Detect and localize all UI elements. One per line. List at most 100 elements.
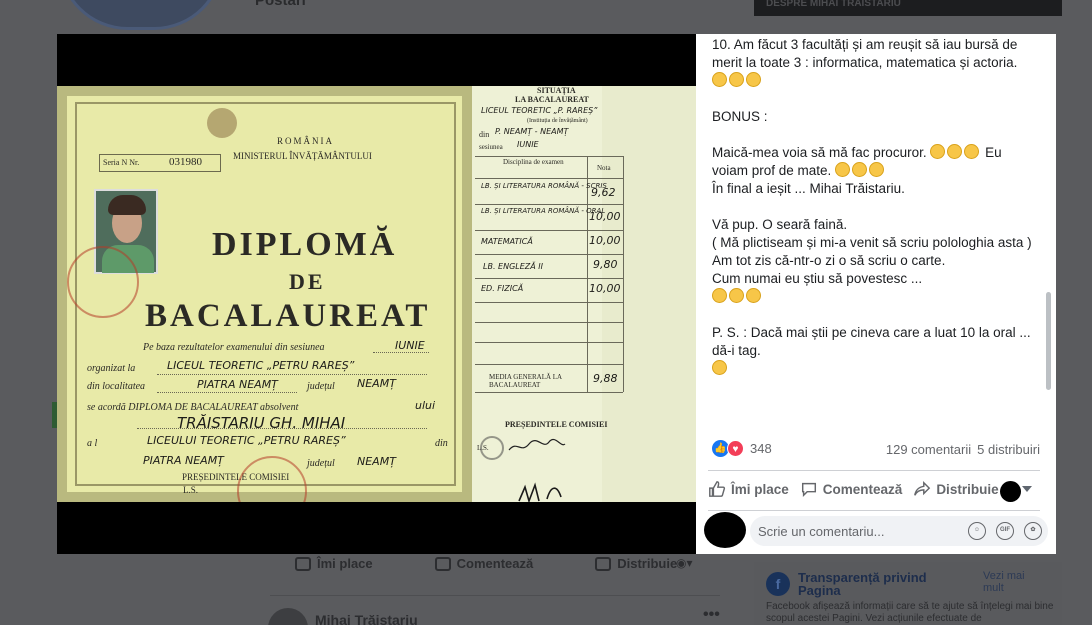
post-bonus: BONUS : (712, 109, 768, 124)
post-stats: 129 comentarii 5 distribuiri (886, 442, 1040, 457)
diploma-din-text: din (435, 438, 448, 449)
background-like-action: Îmi place (295, 556, 373, 571)
post-paragraph-2: Maică-mea voia să mă fac procuror. Eu vo… (712, 144, 1002, 196)
divider (708, 510, 1040, 511)
share-as-avatar[interactable] (1000, 481, 1021, 502)
background-avatar (58, 0, 224, 30)
diploma-results-page (472, 86, 696, 502)
laughing-emoji-icon (930, 144, 946, 159)
subject-column-header: Disciplina de examen (503, 158, 564, 166)
facebook-icon: f (766, 572, 790, 596)
hugging-emoji-icon (712, 288, 727, 303)
thumbs-up-icon (709, 481, 726, 497)
diploma-granted-text: se acordă DIPLOMA DE BACALAUREAT absolve… (87, 402, 299, 413)
hugging-emoji-icon (852, 162, 868, 177)
background-post-avatar (268, 608, 308, 625)
background-transparency-desc: Facebook afișează informații care să te … (766, 601, 1054, 624)
grade-row-3: 10,00 (589, 234, 621, 247)
diploma-granted-value: ului (415, 399, 436, 412)
bottom-signature (518, 482, 562, 502)
subject-row-2: LB. ȘI LITERATURA ROMÂNĂ - ORAL (481, 207, 606, 215)
diploma-session-value: IUNIE (395, 339, 425, 352)
average-label: MEDIA GENERALĂ LA BACALAUREAT (489, 373, 562, 389)
diploma-county2-value: NEAMȚ (357, 455, 396, 468)
diploma-photo[interactable]: ROMÂNIA MINISTERUL ÎNVĂȚĂMÂNTULUI Seria … (57, 86, 696, 502)
smile-emoji-icon (712, 360, 727, 375)
results-president: PREȘEDINTELE COMISIEI (505, 420, 608, 429)
reaction-count: 348 (750, 441, 772, 456)
diploma-locality2-value: PIATRA NEAMȚ (143, 454, 224, 467)
comment-button[interactable]: Comentează (800, 480, 902, 498)
grade-row-4: 9,80 (593, 258, 618, 271)
grade-row-5: 10,00 (589, 282, 621, 295)
grade-column-header: Nota (597, 164, 611, 172)
coat-of-arms-icon (207, 108, 237, 138)
emoji-picker-icon[interactable]: ☺ (968, 522, 986, 540)
diploma-stamp (67, 246, 139, 318)
diploma-locality-text: din localitatea (87, 381, 146, 392)
results-session-label: sesiunea (479, 143, 503, 151)
subject-row-1: LB. ȘI LITERATURA ROMÂNĂ - SCRIS (481, 182, 607, 190)
average-value: 9,88 (593, 372, 618, 385)
results-din: din (479, 130, 490, 139)
post-side-panel: 10. Am făcut 3 facultăți și am reușit să… (696, 34, 1056, 554)
hugging-emoji-icon (746, 288, 761, 303)
diploma-series-number: 031980 (169, 156, 202, 168)
commenter-avatar (704, 512, 746, 548)
diploma-graduate-name: TRĂISTARIU GH. MIHAI (177, 414, 346, 432)
background-transparency-title: Transparență privind Pagina (798, 570, 927, 598)
comment-icon (801, 482, 816, 498)
reactions-summary[interactable]: 👍 ♥ 348 (712, 440, 772, 457)
love-reaction-icon: ♥ (727, 440, 744, 457)
post-actions: Îmi place Comentează Distribuie (708, 480, 1010, 498)
diploma-series-label: Seria N Nr. (103, 158, 140, 167)
laughing-emoji-icon (947, 144, 963, 159)
comment-box[interactable]: ☺ GIF ✿ (750, 516, 1048, 546)
background-post-author: Mihai Trăistariu (315, 612, 418, 625)
diploma-organized-value: LICEUL TEORETIC „PETRU RAREȘ” (167, 359, 355, 372)
subject-row-3: MATEMATICĂ (481, 237, 533, 246)
diploma-country: ROMÂNIA (277, 136, 335, 146)
hugging-emoji-icon (835, 162, 851, 177)
sticker-icon[interactable]: ✿ (1024, 522, 1042, 540)
diploma-title-1: DIPLOMĂ (212, 226, 398, 263)
hugging-emoji-icon (746, 72, 761, 87)
results-school: LICEUL TEORETIC „P. RAREȘ” (481, 106, 598, 115)
laughing-emoji-icon (964, 144, 980, 159)
diploma-title-3: BACALAUREAT (145, 298, 431, 334)
post-paragraph-3: Vă pup. O seară faină.( Mă plictiseam și… (712, 216, 1034, 306)
diploma-school-prefix: a l (87, 438, 98, 449)
hugging-emoji-icon (869, 162, 885, 177)
background-see-more-link: Vezi mai mult (983, 570, 1025, 594)
like-button[interactable]: Îmi place (708, 480, 789, 498)
shares-count-link[interactable]: 5 distribuiri (977, 442, 1040, 457)
results-session-value: IUNIE (517, 140, 539, 149)
grade-row-1: 9,62 (591, 186, 616, 199)
diploma-locality-value: PIATRA NEAMȚ (197, 378, 278, 391)
results-institution-note: (Instituția de învățământ) (527, 118, 588, 124)
panel-scrollbar[interactable] (1046, 292, 1051, 390)
share-button[interactable]: Distribuie (913, 480, 999, 498)
background-divider (270, 595, 720, 596)
diploma-county-value: NEAMȚ (357, 377, 396, 390)
comment-tools: ☺ GIF ✿ (968, 522, 1042, 540)
results-locality: P. NEAMȚ - NEAMȚ (495, 127, 569, 136)
hugging-emoji-icon (729, 72, 744, 87)
results-title: SITUAȚIA (537, 86, 576, 95)
diploma-county2-text: județul (307, 458, 335, 469)
share-as-dropdown-icon[interactable] (1022, 486, 1032, 492)
comment-input[interactable] (758, 516, 948, 546)
background-author-name: Postări (255, 0, 306, 9)
diploma-ls: L.S. (183, 485, 199, 495)
share-icon (914, 480, 931, 496)
background-share-action: Distribuie (595, 556, 677, 571)
background-post-actions: Îmi place Comentează Distribuie (295, 556, 677, 571)
hugging-emoji-icon (712, 72, 727, 87)
comments-count-link[interactable]: 129 comentarii (886, 442, 971, 457)
gif-icon[interactable]: GIF (996, 522, 1014, 540)
share-icon (595, 556, 612, 571)
like-icon (295, 556, 311, 571)
subject-row-5: ED. FIZICĂ (481, 284, 524, 293)
diploma-school-value: LICEULUI TEORETIC „PETRU RAREȘ” (147, 434, 346, 447)
results-subtitle: LA BACALAUREAT (515, 95, 589, 104)
